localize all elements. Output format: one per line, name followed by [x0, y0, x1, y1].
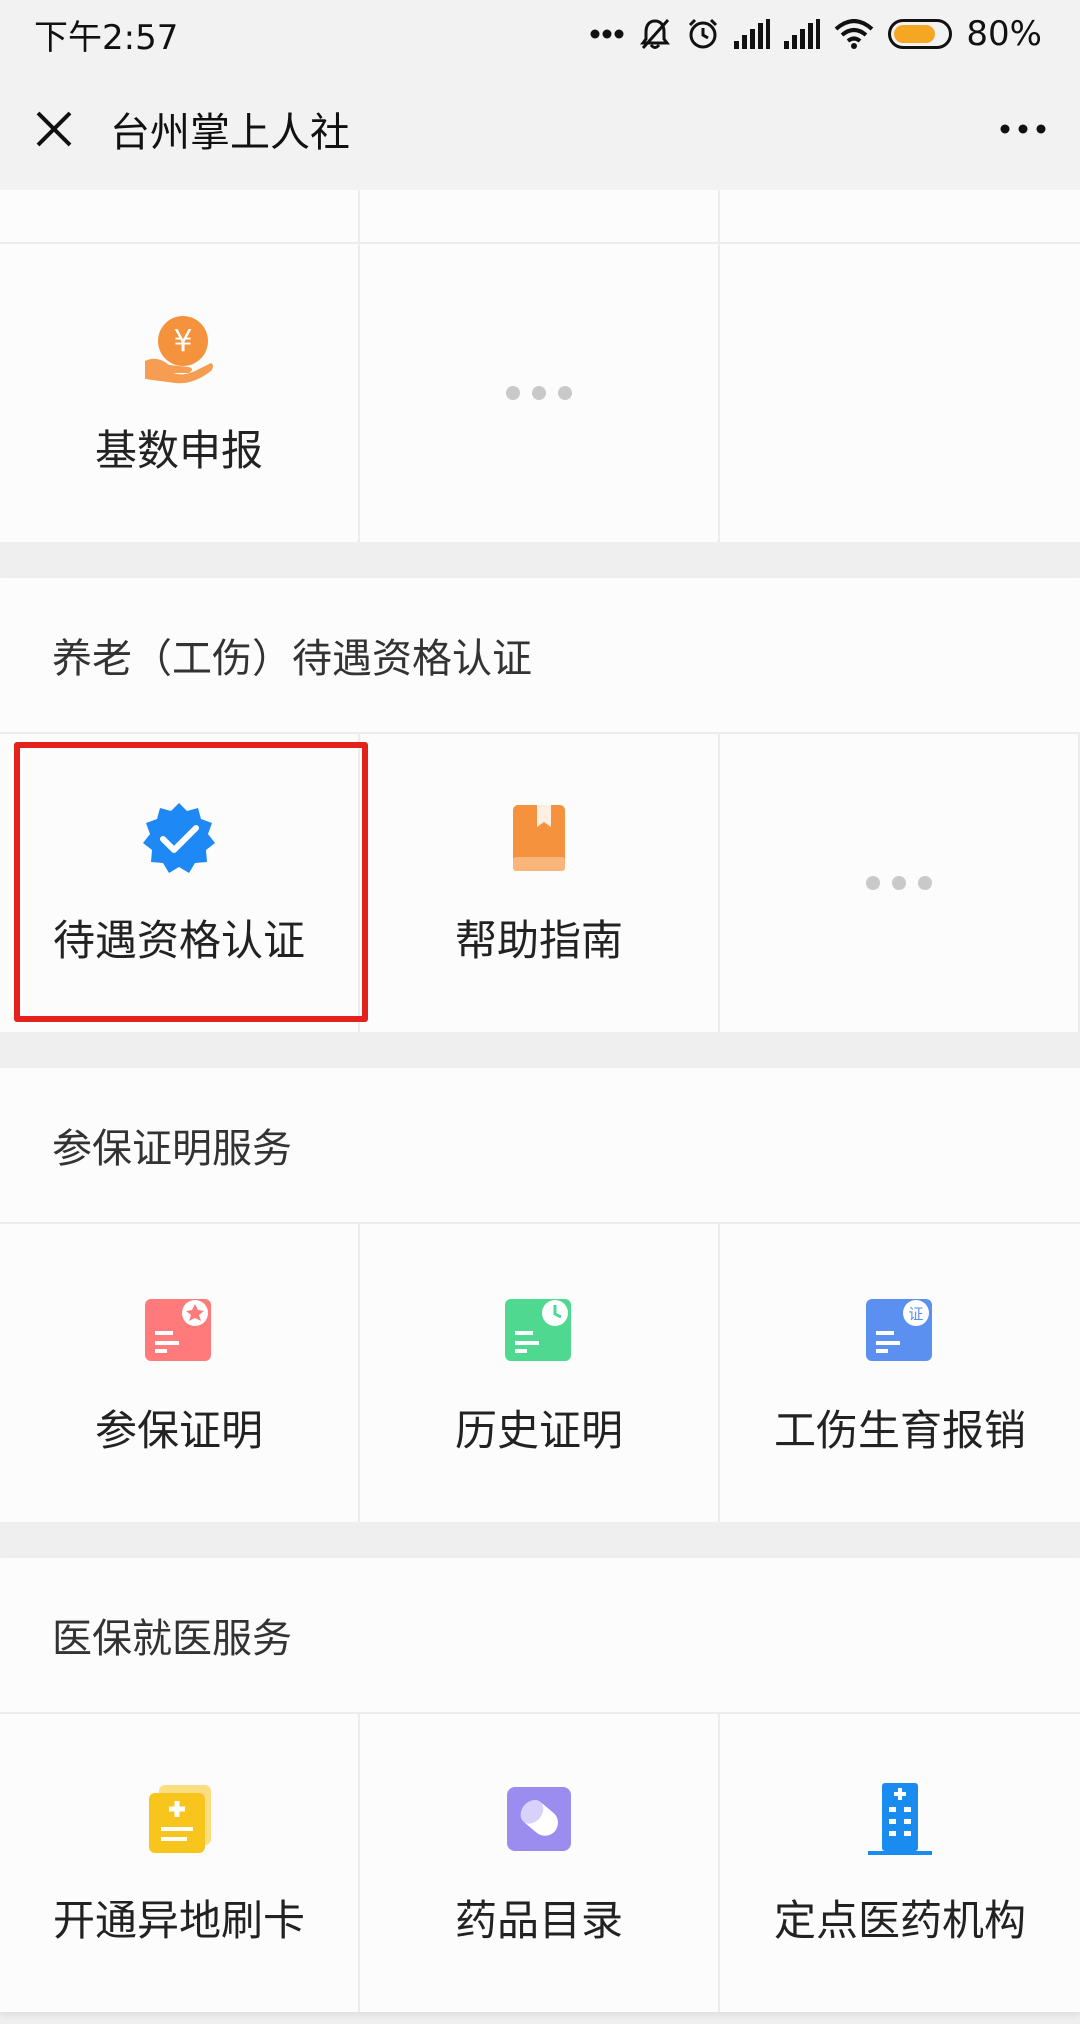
pill-icon — [499, 1779, 579, 1859]
section-pension-certification: 养老（工伤）待遇资格认证 待遇资格认证 帮助指南 — [0, 578, 1080, 1032]
yuan-hand-icon: ¥ — [139, 309, 219, 389]
section-gap — [0, 1522, 1080, 1558]
more-dots-icon — [506, 386, 572, 400]
grid-item-benefit-certification[interactable]: 待遇资格认证 — [0, 734, 360, 1032]
grid-item-label: 帮助指南 — [454, 915, 623, 965]
close-icon[interactable] — [34, 109, 74, 149]
grid-item-label: 参保证明 — [94, 1405, 263, 1455]
page-title: 台州掌上人社 — [110, 110, 350, 156]
grid-item-history-proof[interactable]: 历史证明 — [360, 1224, 720, 1522]
grid-item-more[interactable] — [720, 734, 1080, 1032]
battery-icon — [888, 19, 953, 49]
section-title: 医保就医服务 — [0, 1558, 1080, 1714]
more-dots-icon — [866, 876, 932, 890]
grid-item-work-injury-maternity-reimbursement[interactable]: 证 工伤生育报销 — [720, 1224, 1080, 1522]
insurance-proof-grid: 参保证明 历史证明 证 工伤生育报销 — [0, 1224, 1080, 1522]
more-icon[interactable] — [1000, 124, 1046, 134]
grid-item-label: 待遇资格认证 — [52, 915, 305, 965]
section-insurance-proof: 参保证明服务 参保证明 历史证明 证 工伤生育报销 — [0, 1068, 1080, 1522]
nav-bar: 台州掌上人社 — [0, 68, 1080, 190]
grid-item-label: 历史证明 — [454, 1405, 623, 1455]
hospital-building-icon — [860, 1779, 940, 1859]
grid-item-insurance-proof[interactable]: 参保证明 — [0, 1224, 360, 1522]
battery-percent: 80% — [966, 14, 1042, 54]
top-grid: ¥ 基数申报 — [0, 244, 1080, 542]
signal-icon-2 — [784, 19, 821, 49]
mute-bell-icon — [638, 17, 672, 51]
status-bar: 下午2:57 80% — [0, 0, 1080, 68]
certificate-zheng-icon: 证 — [860, 1289, 940, 1369]
section-medical-service: 医保就医服务 开通异地刷卡 药品目录 定点医药机构 — [0, 1558, 1080, 2012]
grid-item-label: 基数申报 — [94, 425, 263, 475]
partial-cell — [0, 190, 360, 242]
pension-grid: 待遇资格认证 帮助指南 — [0, 734, 1080, 1032]
partial-row — [0, 190, 1080, 244]
section-title: 参保证明服务 — [0, 1068, 1080, 1224]
signal-icon — [734, 19, 771, 49]
grid-item-drug-catalog[interactable]: 药品目录 — [360, 1714, 720, 2012]
status-time: 下午2:57 — [34, 17, 179, 58]
book-icon — [499, 799, 579, 879]
alarm-clock-icon — [686, 17, 720, 51]
status-icons: 80% — [590, 14, 1042, 54]
grid-item-designated-institutions[interactable]: 定点医药机构 — [720, 1714, 1080, 2012]
grid-item-base-declaration[interactable]: ¥ 基数申报 — [0, 244, 360, 542]
section-gap — [0, 1032, 1080, 1068]
grid-item-label: 定点医药机构 — [773, 1895, 1026, 1945]
section-gap — [0, 542, 1080, 578]
medical-grid: 开通异地刷卡 药品目录 定点医药机构 — [0, 1714, 1080, 2012]
svg-text:¥: ¥ — [173, 324, 192, 359]
grid-item-label: 开通异地刷卡 — [52, 1895, 305, 1945]
partial-cell — [720, 190, 1080, 242]
grid-item-remote-card[interactable]: 开通异地刷卡 — [0, 1714, 360, 2012]
certificate-clock-icon — [499, 1289, 579, 1369]
wifi-icon — [834, 19, 874, 49]
section-title: 养老（工伤）待遇资格认证 — [0, 578, 1080, 734]
grid-item-more[interactable] — [360, 244, 720, 542]
certificate-star-icon — [139, 1289, 219, 1369]
grid-item-help-guide[interactable]: 帮助指南 — [360, 734, 720, 1032]
grid-item-label: 工伤生育报销 — [773, 1405, 1026, 1455]
zheng-glyph: 证 — [908, 1305, 923, 1323]
medical-card-icon — [139, 1779, 219, 1859]
grid-item-label: 药品目录 — [454, 1895, 623, 1945]
partial-cell — [360, 190, 720, 242]
grid-item-empty — [720, 244, 1080, 542]
verified-badge-icon — [139, 799, 219, 879]
more-notifications-icon — [590, 29, 624, 39]
